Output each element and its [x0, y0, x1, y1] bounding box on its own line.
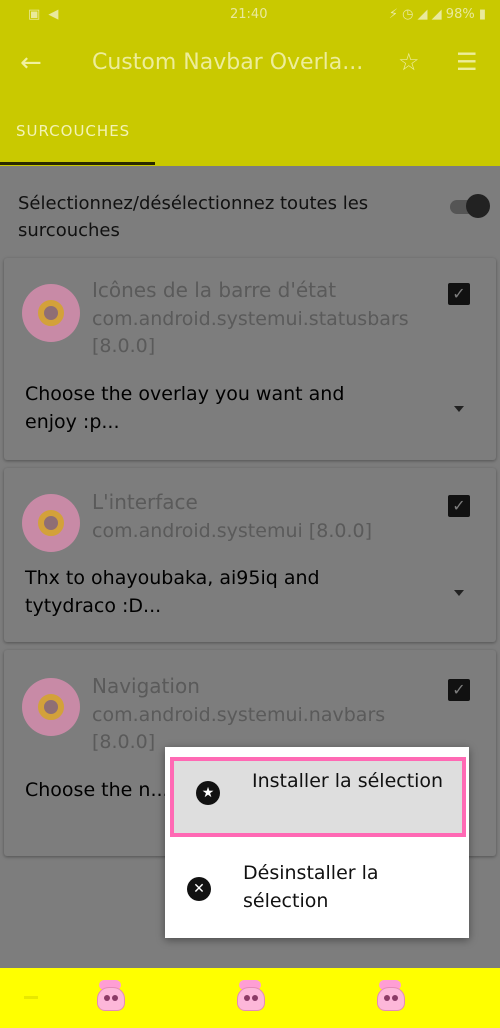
skull-icon[interactable]: [233, 980, 267, 1014]
overlay-app-icon: [22, 494, 80, 552]
star-circle-icon: ★: [196, 781, 220, 805]
uninstall-selection-item[interactable]: ✕ Désinstaller la sélection: [165, 843, 469, 938]
list-icon[interactable]: ☰: [456, 48, 478, 76]
arrow-left-icon[interactable]: ←: [20, 48, 42, 78]
overlay-name: Navigation: [92, 674, 200, 698]
skull-eye: [104, 995, 110, 1001]
overlay-app-icon: [22, 678, 80, 736]
overlay-name: Icônes de la barre d'état: [92, 278, 337, 302]
chevron-down-icon[interactable]: [454, 590, 464, 596]
uninstall-selection-label: Désinstaller la sélection: [243, 862, 379, 912]
overlay-checkbox[interactable]: ✓: [448, 283, 470, 305]
chevron-down-icon[interactable]: [454, 406, 464, 412]
selection-popup-menu: ★ Installer la sélection ✕ Désinstaller …: [165, 747, 469, 938]
overlay-card[interactable]: Icônes de la barre d'état com.android.sy…: [4, 258, 496, 460]
page-title: Custom Navbar Overla...: [92, 50, 364, 75]
skull-head: [237, 987, 265, 1011]
skull-eye: [392, 995, 398, 1001]
tab-surcouches[interactable]: SURCOUCHES: [16, 122, 130, 140]
overlay-checkbox[interactable]: ✓: [448, 495, 470, 517]
toolbar: ← Custom Navbar Overla... ☆ ☰: [0, 30, 500, 100]
status-right-icons: ⚡ ◷ ◢ ◢ 98% ▮: [388, 7, 486, 22]
close-circle-icon: ✕: [187, 877, 211, 901]
select-all-toggle[interactable]: [450, 194, 490, 218]
tab-bar: SURCOUCHES: [0, 100, 500, 166]
skull-eye: [384, 995, 390, 1001]
status-bar: ▣ ◀ 21:40 ⚡ ◷ ◢ ◢ 98% ▮: [0, 0, 500, 30]
skull-icon[interactable]: [93, 980, 127, 1014]
tab-indicator: [0, 162, 155, 165]
skull-head: [97, 987, 125, 1011]
install-selection-item[interactable]: ★ Installer la sélection: [170, 757, 466, 837]
select-all-label: Sélectionnez/désélectionnez toutes les s…: [18, 193, 369, 241]
skull-head: [377, 987, 405, 1011]
install-selection-label: Installer la sélection: [252, 770, 444, 792]
nav-handle: [24, 996, 38, 999]
status-left-icons: ▣ ◀: [28, 7, 61, 22]
overlay-package: com.android.systemui [8.0.0]: [92, 520, 372, 542]
overlay-app-icon: [22, 284, 80, 342]
bottom-nav: [0, 968, 500, 1028]
skull-icon[interactable]: [373, 980, 407, 1014]
status-time: 21:40: [230, 7, 268, 22]
overlay-name: L'interface: [92, 490, 198, 514]
overlay-description: Thx to ohayoubaka, ai95iq and tytydraco …: [25, 567, 320, 617]
skull-eye: [244, 995, 250, 1001]
toggle-thumb: [466, 194, 490, 218]
overlay-package: com.android.systemui.statusbars [8.0.0]: [92, 308, 409, 357]
overlay-checkbox[interactable]: ✓: [448, 679, 470, 701]
overlay-card[interactable]: L'interface com.android.systemui [8.0.0]…: [4, 468, 496, 642]
skull-eye: [252, 995, 258, 1001]
star-icon[interactable]: ☆: [398, 48, 420, 76]
overlay-description: Choose the overlay you want and enjoy :p…: [25, 383, 345, 433]
skull-eye: [112, 995, 118, 1001]
